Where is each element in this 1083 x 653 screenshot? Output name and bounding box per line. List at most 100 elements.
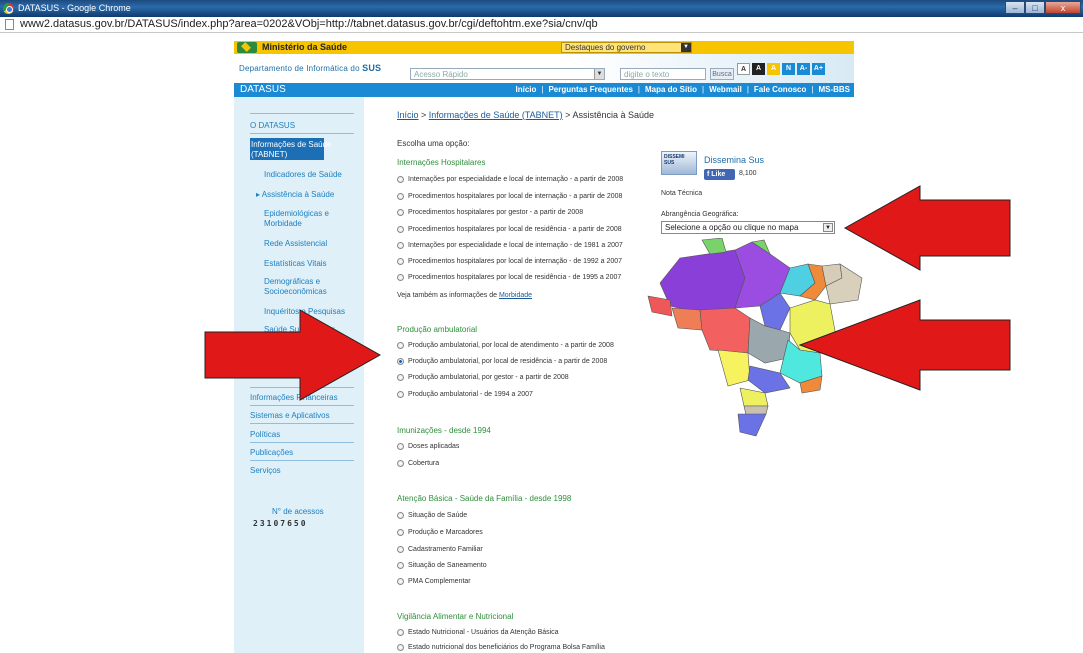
- radio-button[interactable]: [397, 258, 404, 265]
- nav-link-faq[interactable]: Perguntas Frequentes: [548, 85, 632, 94]
- map-state-ro[interactable]: [671, 307, 703, 331]
- radio-button[interactable]: [397, 629, 404, 636]
- sidebar-item-saude-suplementar[interactable]: Saúde Suplementar: [264, 325, 335, 334]
- contrast-dark-button[interactable]: A: [752, 63, 765, 75]
- brand-label[interactable]: DATASUS: [240, 84, 286, 95]
- radio-button[interactable]: [397, 209, 404, 216]
- minimize-button[interactable]: –: [1005, 1, 1025, 14]
- map-state-rs[interactable]: [737, 413, 767, 437]
- radio-button[interactable]: [397, 644, 404, 651]
- option-row[interactable]: Internações por especialidade e local de…: [397, 176, 623, 183]
- nav-link-webmail[interactable]: Webmail: [709, 85, 742, 94]
- radio-button[interactable]: [397, 391, 404, 398]
- sidebar-item-morbidade[interactable]: Morbidade: [264, 219, 302, 228]
- radio-button[interactable]: [397, 374, 404, 381]
- radio-button[interactable]: [397, 274, 404, 281]
- breadcrumb-home[interactable]: Início: [397, 110, 419, 120]
- option-row[interactable]: Estado nutricional dos beneficiários do …: [397, 644, 605, 651]
- option-row[interactable]: Procedimentos hospitalares por local de …: [397, 258, 622, 265]
- nav-link-sitemap[interactable]: Mapa do Sítio: [645, 85, 697, 94]
- sidebar-item-o-datasus[interactable]: O DATASUS: [250, 121, 295, 130]
- nav-link-inicio[interactable]: Início: [515, 85, 536, 94]
- map-state-ms[interactable]: [717, 349, 751, 387]
- radio-button[interactable]: [397, 578, 404, 585]
- option-row[interactable]: Produção ambulatorial - de 1994 a 2007: [397, 391, 533, 398]
- map-state-ba[interactable]: [789, 299, 837, 354]
- sidebar-item-informacoes-saude[interactable]: Informações de Saúde: [251, 140, 332, 149]
- address-bar[interactable]: www2.datasus.gov.br/DATASUS/index.php?ar…: [0, 17, 1083, 33]
- font-decrease-button[interactable]: A-: [797, 63, 810, 75]
- nav-link-contact[interactable]: Fale Conosco: [754, 85, 806, 94]
- map-state-rr[interactable]: [701, 238, 727, 255]
- dissemina-logo[interactable]: DISSEMI SUS: [661, 151, 697, 175]
- radio-button[interactable]: [397, 562, 404, 569]
- radio-button[interactable]: [397, 460, 404, 467]
- sidebar-item-rede[interactable]: Rede Assistencial: [264, 239, 327, 248]
- sidebar-item-socioeconomicas[interactable]: Socioeconômicas: [264, 287, 327, 296]
- see-also-morbidade-link[interactable]: Morbidade: [499, 292, 532, 299]
- breadcrumb-tabnet[interactable]: Informações de Saúde (TABNET): [429, 110, 563, 120]
- close-button[interactable]: x: [1045, 1, 1081, 14]
- radio-button[interactable]: [397, 529, 404, 536]
- font-normal-button[interactable]: A: [737, 63, 750, 75]
- sidebar-item-inqueritos[interactable]: Inquéritos e Pesquisas: [264, 307, 345, 316]
- option-row[interactable]: Doses aplicadas: [397, 443, 459, 450]
- search-input[interactable]: digite o texto: [620, 68, 706, 80]
- option-row[interactable]: PMA Complementar: [397, 578, 471, 585]
- sidebar-item-assistencia[interactable]: ▸ Assistência à Saúde: [256, 190, 334, 199]
- brazil-map[interactable]: [640, 238, 880, 438]
- department-title[interactable]: Departamento de Informática do SUS: [239, 63, 381, 73]
- option-row[interactable]: Situação de Saúde: [397, 512, 467, 519]
- sidebar-item-sistemas[interactable]: Sistemas e Aplicativos: [250, 411, 330, 420]
- sidebar-item-epidemiologicas[interactable]: Epidemiológicas e: [264, 209, 329, 218]
- option-row[interactable]: Produção e Marcadores: [397, 529, 483, 536]
- option-row[interactable]: Procedimentos hospitalares por gestor - …: [397, 209, 583, 216]
- ministry-label[interactable]: Ministério da Saúde: [262, 42, 347, 52]
- facebook-like-button[interactable]: f Like: [704, 169, 735, 180]
- sidebar-item-indicadores[interactable]: Indicadores de Saúde: [264, 170, 342, 179]
- maximize-button[interactable]: □: [1025, 1, 1045, 14]
- radio-button[interactable]: [397, 546, 404, 553]
- sidebar-item-servicos[interactable]: Serviços: [250, 466, 281, 475]
- sidebar-item-estatisticas[interactable]: Estatísticas Vitais: [264, 259, 327, 268]
- option-row[interactable]: Produção ambulatorial, por local de aten…: [397, 342, 614, 349]
- map-state-sc[interactable]: [743, 405, 769, 416]
- normal-contrast-button[interactable]: N: [782, 63, 795, 75]
- contrast-yellow-button[interactable]: A: [767, 63, 780, 75]
- radio-button[interactable]: [397, 176, 404, 183]
- nav-link-ms-bbs[interactable]: MS-BBS: [818, 85, 850, 94]
- nota-tecnica-link[interactable]: Nota Técnica: [661, 190, 702, 197]
- option-row[interactable]: Procedimentos hospitalares por local de …: [397, 193, 622, 200]
- radio-button[interactable]: [397, 242, 404, 249]
- search-button[interactable]: Busca: [710, 68, 734, 80]
- quick-access-select[interactable]: Acesso Rápido ▼: [410, 68, 605, 80]
- sidebar-item-financeiras[interactable]: Informações Financeiras: [250, 393, 338, 402]
- option-row[interactable]: Cadastramento Familiar: [397, 546, 483, 553]
- option-row[interactable]: Internações por especialidade e local de…: [397, 242, 623, 249]
- radio-button-selected[interactable]: [397, 358, 404, 365]
- radio-button[interactable]: [397, 342, 404, 349]
- sidebar-item-tabnet[interactable]: (TABNET): [251, 150, 287, 159]
- option-row[interactable]: Procedimentos hospitalares por local de …: [397, 274, 621, 281]
- url-text[interactable]: www2.datasus.gov.br/DATASUS/index.php?ar…: [20, 18, 598, 30]
- option-row[interactable]: Produção ambulatorial, por gestor - a pa…: [397, 374, 569, 381]
- radio-button[interactable]: [397, 443, 404, 450]
- map-state-am[interactable]: [659, 249, 746, 314]
- option-row[interactable]: Estado Nutricional - Usuários da Atenção…: [397, 629, 559, 636]
- radio-button[interactable]: [397, 512, 404, 519]
- option-row[interactable]: Cobertura: [397, 460, 439, 467]
- option-row[interactable]: Situação de Saneamento: [397, 562, 487, 569]
- radio-button[interactable]: [397, 193, 404, 200]
- font-increase-button[interactable]: A+: [812, 63, 825, 75]
- government-highlights-select[interactable]: Destaques do governo ▼: [561, 42, 692, 53]
- dissemina-link[interactable]: Dissemina Sus: [704, 155, 764, 165]
- sidebar-item-publicacoes[interactable]: Publicações: [250, 448, 293, 457]
- abrangencia-select[interactable]: Selecione a opção ou clique no mapa ▼: [661, 221, 835, 234]
- radio-button[interactable]: [397, 226, 404, 233]
- sidebar-item-demograficas[interactable]: Demográficas e: [264, 277, 320, 286]
- option-row[interactable]: Procedimentos hospitalares por local de …: [397, 226, 622, 233]
- sidebar-item-politicas[interactable]: Políticas: [250, 430, 280, 439]
- option-row[interactable]: Produção ambulatorial, por local de resi…: [397, 358, 607, 365]
- option-label: Cadastramento Familiar: [408, 546, 483, 553]
- map-state-mt[interactable]: [699, 307, 751, 354]
